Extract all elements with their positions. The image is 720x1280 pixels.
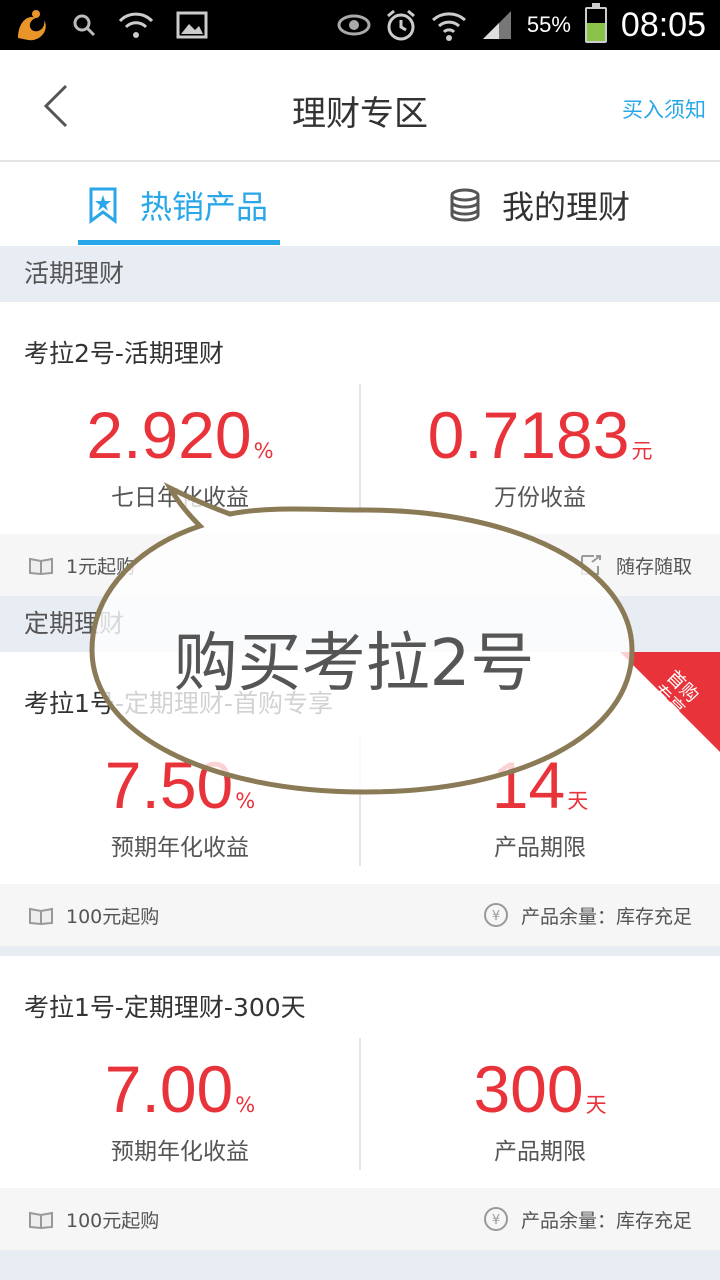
tab-label: 我的理财 bbox=[502, 188, 631, 226]
tab-hot-products[interactable]: 热销产品 bbox=[86, 164, 268, 246]
image-icon bbox=[176, 11, 208, 39]
rate-column: 7.00% 预期年化收益 bbox=[0, 1056, 360, 1166]
product-card[interactable]: 考拉1号-定期理财-300天 7.00% 预期年化收益 300天 产品期限 bbox=[0, 956, 720, 1188]
bookmark-star-icon bbox=[89, 187, 117, 224]
tab-bar: 热销产品 我的理财 bbox=[0, 164, 720, 246]
product-name: 考拉1号-定期理财-300天 bbox=[24, 993, 306, 1022]
svg-text:¥: ¥ bbox=[492, 1213, 500, 1228]
eye-icon bbox=[337, 14, 371, 36]
term-label: 产品期限 bbox=[494, 1139, 586, 1165]
wifi-icon bbox=[431, 12, 466, 41]
yield-value: 0.7183 bbox=[427, 398, 630, 472]
bubble-text: 购买考拉2号 bbox=[173, 627, 535, 701]
purchase-notice-link[interactable]: 买入须知 bbox=[622, 94, 706, 124]
product-name: 考拉2号-活期理财 bbox=[24, 339, 224, 368]
rate-unit: % bbox=[235, 1093, 256, 1117]
rate-label: 预期年化收益 bbox=[111, 1139, 249, 1165]
yield-unit: 元 bbox=[631, 439, 653, 463]
active-tab-indicator bbox=[78, 240, 280, 245]
battery-percent: 55% bbox=[526, 12, 571, 37]
battery-icon bbox=[584, 3, 607, 43]
book-icon bbox=[29, 1211, 53, 1229]
term-value: 300 bbox=[473, 1052, 584, 1126]
card-gap bbox=[0, 1250, 720, 1280]
section-header-current: 活期理财 bbox=[0, 246, 720, 302]
status-bar: 55% 08:05 bbox=[0, 0, 720, 50]
product-footer: 100元起购 ¥ 产品余量：库存充足 bbox=[0, 884, 720, 946]
tab-my-finance[interactable]: 我的理财 bbox=[448, 164, 630, 246]
card-gap bbox=[0, 946, 720, 956]
coins-stack-icon bbox=[450, 188, 480, 222]
rate-value: 2.920 bbox=[86, 398, 252, 472]
page-title: 理财专区 bbox=[292, 94, 428, 134]
rate-value: 7.00 bbox=[104, 1052, 234, 1126]
rate-unit: % bbox=[253, 439, 274, 463]
signal-icon bbox=[482, 11, 511, 39]
yen-coin-icon: ¥ bbox=[483, 903, 508, 927]
min-buy-text: 100元起购 bbox=[66, 905, 160, 928]
term-label: 产品期限 bbox=[494, 835, 586, 861]
alarm-icon bbox=[386, 9, 415, 41]
rate-label: 预期年化收益 bbox=[111, 835, 249, 861]
product-footer: 100元起购 ¥ 产品余量：库存充足 bbox=[0, 1188, 720, 1250]
min-buy-text: 100元起购 bbox=[66, 1209, 160, 1232]
term-column: 300天 产品期限 bbox=[360, 1056, 720, 1166]
book-icon bbox=[29, 557, 53, 575]
stock-note: 产品余量：库存充足 bbox=[520, 905, 692, 928]
search-icon bbox=[73, 14, 96, 37]
book-icon bbox=[29, 907, 53, 925]
stock-note: 产品余量：库存充足 bbox=[520, 1209, 692, 1232]
uc-browser-icon bbox=[18, 10, 46, 41]
svg-text:¥: ¥ bbox=[492, 909, 500, 924]
app-header: 理财专区 买入须知 bbox=[0, 50, 720, 162]
tab-label: 热销产品 bbox=[140, 188, 269, 226]
clock: 08:05 bbox=[620, 5, 706, 44]
yen-coin-icon: ¥ bbox=[483, 1207, 508, 1231]
wifi-question-icon bbox=[118, 12, 154, 38]
term-unit: 天 bbox=[585, 1093, 607, 1117]
